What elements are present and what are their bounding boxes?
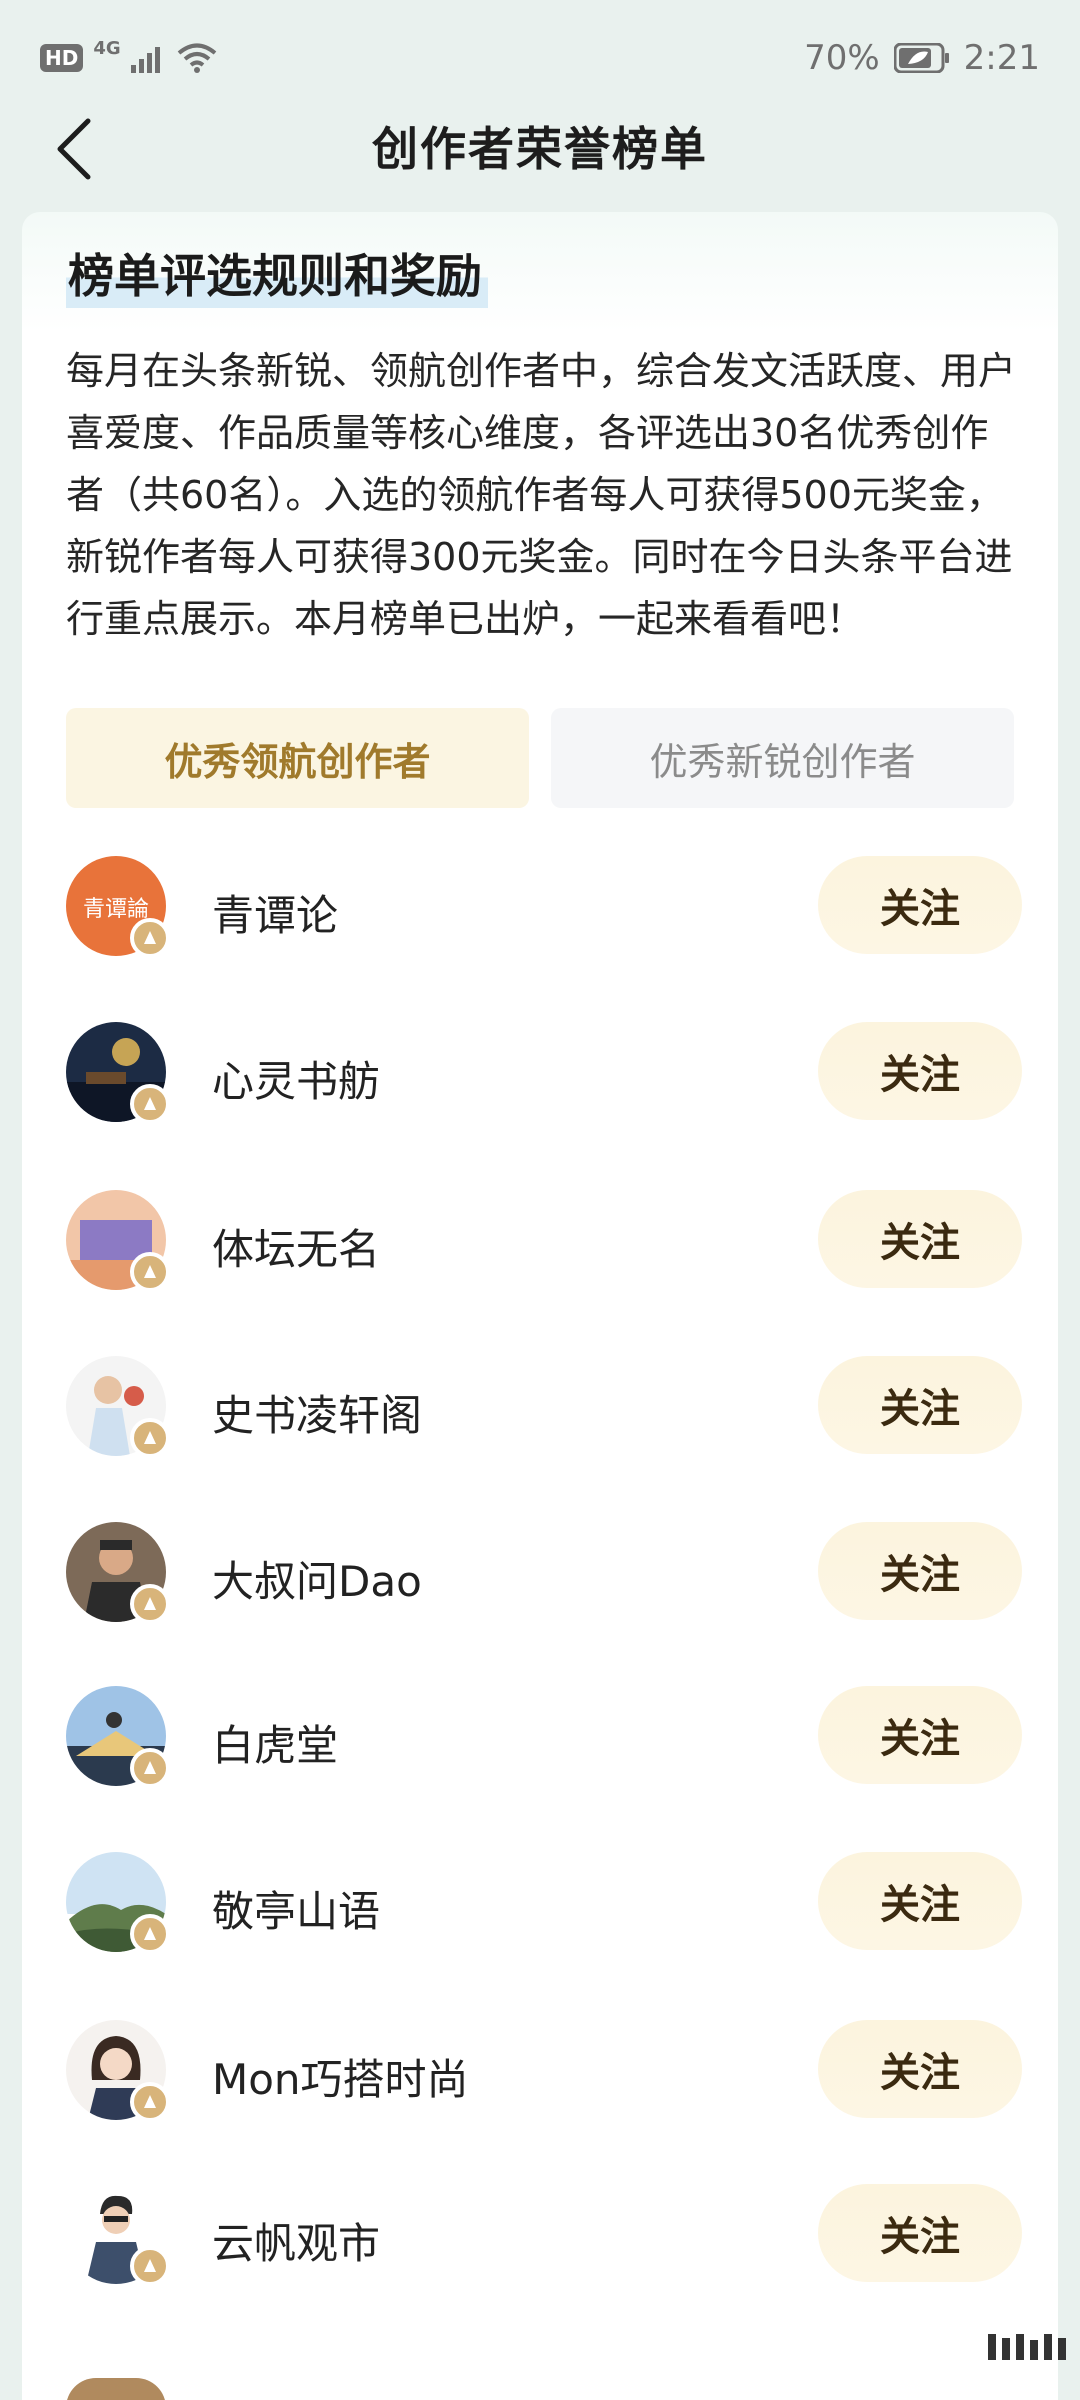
follow-button[interactable]: 关注 — [818, 1522, 1022, 1620]
wifi-icon — [177, 43, 216, 73]
follow-button[interactable]: 关注 — [818, 2020, 1022, 2118]
avatar[interactable] — [66, 2378, 166, 2400]
creator-name[interactable]: 史书凌轩阁 — [212, 1382, 422, 1443]
creator-name[interactable]: Mon巧搭时尚 — [212, 2046, 469, 2107]
creator-badge-icon — [130, 2246, 170, 2286]
creator-row: 云帆观市 关注 — [22, 2180, 1058, 2290]
battery-icon — [893, 43, 949, 73]
follow-button[interactable]: 关注 — [818, 2184, 1022, 2282]
creator-name[interactable]: 敬亭山语 — [212, 1878, 380, 1939]
follow-button[interactable]: 关注 — [818, 856, 1022, 954]
creator-row: 体坛无名 关注 — [22, 1186, 1058, 1296]
creator-name[interactable]: 青谭论 — [212, 882, 338, 943]
follow-button[interactable]: 关注 — [818, 1852, 1022, 1950]
creator-row: 心灵书舫 关注 — [22, 1018, 1058, 1128]
creator-badge-icon — [130, 1252, 170, 1292]
hd-icon: HD — [40, 44, 84, 72]
status-right: 70% 2:21 — [804, 38, 1040, 78]
signal-icon — [130, 47, 160, 73]
creator-row: 敬亭山语 关注 — [22, 1848, 1058, 1958]
page-title: 创作者荣誉榜单 — [372, 122, 708, 176]
creator-row: 史书凌轩阁 关注 — [22, 1352, 1058, 1462]
creator-row: 大叔问Dao 关注 — [22, 1518, 1058, 1628]
clock: 2:21 — [963, 38, 1040, 78]
status-left: HD 4G — [40, 38, 217, 74]
creator-name[interactable]: 大叔问Dao — [212, 1548, 422, 1609]
creator-row: 白虎堂 关注 — [22, 1682, 1058, 1792]
tabs: 优秀领航创作者 优秀新锐创作者 — [66, 708, 1014, 808]
content-card: 榜单评选规则和奖励 每月在头条新锐、领航创作者中，综合发文活跃度、用户喜爱度、作… — [22, 212, 1058, 2400]
creator-name[interactable]: 云帆观市 — [212, 2210, 380, 2271]
follow-button[interactable]: 关注 — [818, 1686, 1022, 1784]
header: 创作者荣誉榜单 — [0, 96, 1080, 196]
tab-navigator-creators[interactable]: 优秀领航创作者 — [66, 708, 529, 808]
network-type: 4G — [93, 37, 121, 59]
back-button[interactable] — [44, 114, 104, 184]
follow-button[interactable]: 关注 — [818, 1022, 1022, 1120]
creator-badge-icon — [130, 1914, 170, 1954]
creator-badge-icon — [130, 918, 170, 958]
creator-badge-icon — [130, 2082, 170, 2122]
creator-name[interactable]: 体坛无名 — [212, 1216, 380, 1277]
watermark-icon — [988, 2334, 1066, 2360]
tab-rising-creators[interactable]: 优秀新锐创作者 — [551, 708, 1014, 808]
creator-badge-icon — [130, 1418, 170, 1458]
creator-badge-icon — [130, 1584, 170, 1624]
creator-badge-icon — [130, 1084, 170, 1124]
avatar-text: 青谭論 — [83, 897, 149, 922]
follow-button[interactable]: 关注 — [818, 1356, 1022, 1454]
rules-title: 榜单评选规则和奖励 — [66, 240, 488, 308]
creator-name[interactable]: 心灵书舫 — [212, 1048, 380, 1109]
creator-row: Mon巧搭时尚 关注 — [22, 2016, 1058, 2126]
creator-badge-icon — [130, 1748, 170, 1788]
rules-description: 每月在头条新锐、领航创作者中，综合发文活跃度、用户喜爱度、作品质量等核心维度，各… — [66, 349, 1017, 641]
battery-percent: 70% — [804, 38, 880, 78]
creator-name[interactable]: 白虎堂 — [212, 1712, 338, 1773]
follow-button[interactable]: 关注 — [818, 1190, 1022, 1288]
back-arrow-icon — [57, 118, 91, 180]
creator-row: 青谭論 青谭论 关注 — [22, 852, 1058, 962]
